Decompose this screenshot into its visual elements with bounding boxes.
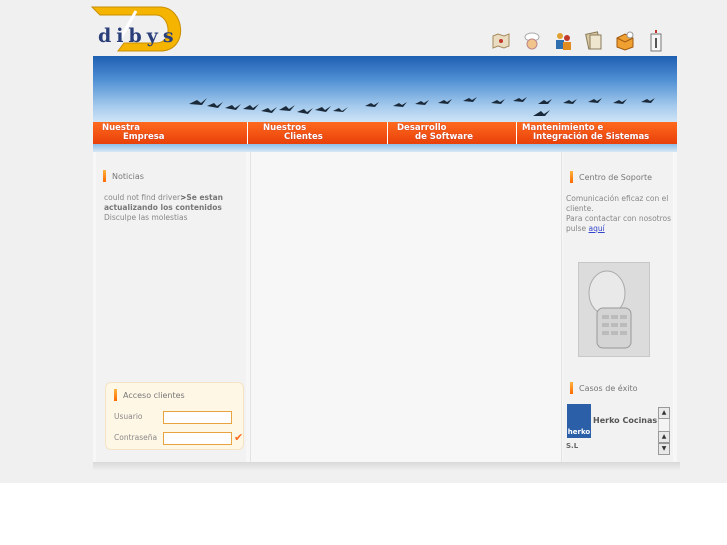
herko-logo[interactable]: herko	[567, 404, 591, 438]
scroll-up-button[interactable]: ▲	[658, 407, 670, 419]
nav-mantenimiento-integracion[interactable]: Mantenimiento e Integración de Sistemas	[517, 122, 677, 144]
noticias-title: Noticias	[103, 170, 144, 182]
toolbar	[488, 22, 669, 54]
right-column: Centro de Soporte Comunicación eficaz co…	[563, 152, 673, 464]
nav-label-line2: Integración de Sistemas	[533, 132, 650, 142]
people-icon[interactable]	[550, 28, 576, 54]
scroll-up-button-2[interactable]: ▲	[658, 431, 670, 443]
soporte-title: Centro de Soporte	[569, 171, 653, 183]
password-label: Contraseña	[114, 433, 158, 442]
username-input[interactable]	[163, 411, 232, 424]
case-scroller: ▲ ▲ ▼	[658, 407, 670, 455]
banner-stripe	[93, 144, 677, 152]
content-area: Noticias could not find driver>Se estan …	[93, 152, 677, 464]
flying-birds-illustration	[189, 97, 655, 116]
soporte-link[interactable]: aquí	[589, 224, 605, 233]
case-company[interactable]: Herko Cocinas	[593, 416, 657, 425]
username-label: Usuario	[114, 412, 143, 421]
phone-image	[578, 262, 650, 357]
main-nav: Nuestra Empresa Nuestros Clientes Desarr…	[93, 122, 677, 144]
soporte-body: Comunicación eficaz con el cliente. Para…	[566, 194, 672, 234]
soporte-contact: Para contactar con nosotros pulse	[566, 214, 672, 233]
herko-logo-text: herko	[567, 428, 591, 436]
nav-nuestros-clientes[interactable]: Nuestros Clientes	[248, 122, 388, 144]
company-logo[interactable]: dibys	[90, 3, 188, 53]
nav-nuestra-empresa[interactable]: Nuestra Empresa	[93, 122, 248, 144]
casos-title: Casos de éxito	[570, 382, 638, 394]
login-title: Acceso clientes	[114, 389, 185, 401]
chef-icon[interactable]	[519, 28, 545, 54]
login-box: Acceso clientes Usuario Contraseña ✔	[105, 382, 244, 450]
nav-label-line2: Empresa	[123, 132, 165, 142]
soporte-text: Comunicación eficaz con el cliente.	[566, 194, 669, 213]
nav-desarrollo-software[interactable]: Desarrollo de Software	[388, 122, 517, 144]
logo-text: dibys	[98, 25, 179, 47]
scroll-track[interactable]	[658, 419, 670, 431]
main-column	[250, 152, 562, 464]
apology-text: Disculpe las molestias	[104, 213, 188, 222]
hero-banner	[93, 56, 677, 122]
site-container: dibys Nuestra Empresa Nuestros Clientes …	[90, 0, 680, 470]
nav-label-line2: de Software	[415, 132, 474, 142]
noticias-body: could not find driver>Se estan actualiza…	[104, 193, 244, 223]
error-text: could not find driver	[104, 193, 181, 202]
documents-icon[interactable]	[581, 28, 607, 54]
header: dibys	[90, 0, 677, 56]
info-icon[interactable]	[643, 28, 669, 54]
nav-label-line2: Clientes	[284, 132, 323, 142]
map-icon[interactable]	[488, 28, 514, 54]
password-input[interactable]	[163, 432, 232, 445]
login-submit-check-icon[interactable]: ✔	[234, 431, 243, 444]
case-suffix: S.L	[566, 442, 579, 450]
left-column: Noticias could not find driver>Se estan …	[96, 152, 246, 464]
footer-bar	[93, 462, 680, 470]
box-icon[interactable]	[612, 28, 638, 54]
scroll-down-button[interactable]: ▼	[658, 443, 670, 455]
